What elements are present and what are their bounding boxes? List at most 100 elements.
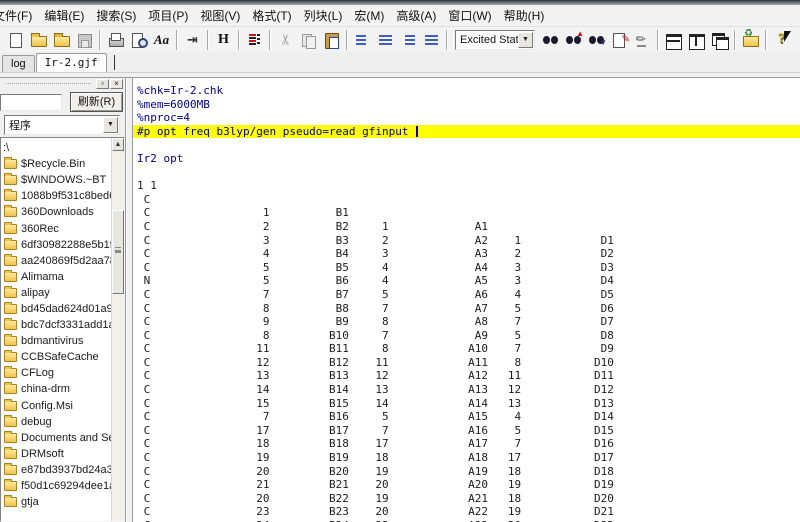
find-in-files-icon[interactable]	[585, 29, 608, 51]
folder-item[interactable]: 1088b9f531c8bed62	[2, 188, 121, 204]
drive-root-item[interactable]: :\	[2, 140, 110, 156]
find-icon[interactable]	[539, 29, 562, 51]
folder-item[interactable]: e87bd3937bd24a3d	[2, 462, 119, 478]
folder-icon	[4, 269, 17, 282]
align-left-icon[interactable]	[351, 29, 374, 51]
editor-area[interactable]: %chk=Ir-2.chk %mem=6000MB %nproc=4 #p op…	[133, 78, 800, 522]
filter-row: 刷新(R)	[0, 90, 125, 114]
panel-splitter[interactable]	[125, 78, 133, 522]
font-icon[interactable]: Aa	[150, 29, 173, 51]
drive-dropdown[interactable]: 程序 ▼	[4, 115, 120, 135]
folder-up-icon[interactable]	[50, 29, 73, 51]
folder-name: DRMsoft	[21, 447, 64, 460]
chevron-down-icon[interactable]: ▼	[103, 117, 118, 133]
menu-item-5[interactable]: 视图(V)	[194, 5, 246, 26]
folder-name: aa240869f5d2aa784	[21, 254, 122, 267]
folder-item[interactable]: china-drm	[2, 381, 110, 397]
align-justify-icon[interactable]	[420, 29, 443, 51]
panel-restore-icon[interactable]: ▫	[96, 79, 109, 89]
refresh-button[interactable]: 刷新(R)	[70, 92, 123, 112]
tab-log[interactable]: log	[2, 55, 35, 72]
menu-item-7[interactable]: 列块(L)	[298, 5, 349, 26]
align-center-icon[interactable]	[374, 29, 397, 51]
folder-item[interactable]: aa240869f5d2aa784	[2, 253, 122, 269]
folder-item[interactable]: Alimama	[2, 269, 110, 285]
sort-icon[interactable]	[243, 29, 266, 51]
panel-close-icon[interactable]: ×	[110, 79, 123, 89]
environment-dropdown[interactable]: Excited State▼	[455, 29, 535, 50]
folder-item[interactable]: $WINDOWS.~BT	[2, 172, 110, 188]
filter-input[interactable]	[0, 93, 62, 111]
editor-line: %mem=6000MB	[137, 97, 210, 111]
menu-item-3[interactable]: 搜索(S)	[90, 5, 142, 26]
zmatrix-line: C 17 B17 7 A16 5 D15	[137, 423, 614, 437]
zmatrix-line: C 12 B12 11 A11 8 D10	[137, 355, 614, 369]
new-file-icon[interactable]	[4, 29, 27, 51]
wrap-convert-icon[interactable]: ⇥	[181, 29, 204, 51]
menu-item-9[interactable]: 高级(A)	[390, 5, 442, 26]
split-vertical-icon[interactable]	[685, 29, 708, 51]
folder-item[interactable]: f50d1c69294dee1a6	[2, 478, 121, 494]
find-next-icon[interactable]	[562, 29, 585, 51]
folder-name: Documents and Sett	[21, 431, 121, 444]
folder-item[interactable]: DRMsoft	[2, 446, 110, 462]
cascade-windows-icon[interactable]	[708, 29, 731, 51]
menu-item-1[interactable]: 文件(F)	[0, 5, 38, 26]
menu-item-10[interactable]: 窗口(W)	[442, 5, 497, 26]
menu-item-2[interactable]: 编辑(E)	[38, 5, 90, 26]
folder-item[interactable]: bdc7dcf3331add1a0	[2, 317, 121, 333]
recycle-icon[interactable]	[739, 28, 762, 51]
folder-item[interactable]: bd45dad624d01a91	[2, 301, 119, 317]
replace-in-files-icon[interactable]	[631, 29, 654, 51]
scrollbar[interactable]: ▲	[111, 138, 124, 521]
folder-item[interactable]: CCBSafeCache	[2, 349, 110, 365]
folder-item[interactable]: alipay	[2, 285, 110, 301]
menu-bar: 文件(F)编辑(E)搜索(S)项目(P)视图(V)格式(T)列块(L)宏(M)高…	[0, 5, 800, 26]
folder-item[interactable]: debug	[2, 414, 110, 430]
hex-edit-icon[interactable]: H	[212, 29, 235, 51]
replace-icon[interactable]	[608, 29, 631, 51]
folder-icon	[4, 495, 17, 508]
folder-name: f50d1c69294dee1a6	[21, 480, 122, 493]
folder-item[interactable]: 360Rec	[2, 220, 110, 236]
folder-item[interactable]: CFLog	[2, 365, 110, 381]
menu-item-8[interactable]: 宏(M)	[348, 5, 390, 26]
open-folder-icon[interactable]	[27, 29, 50, 51]
chevron-down-icon[interactable]: ▼	[518, 31, 533, 48]
folder-item[interactable]: gtja	[2, 494, 110, 510]
folder-item[interactable]: Documents and Sett	[2, 430, 121, 446]
zmatrix-line: C 13 B13 12 A12 11 D11	[137, 369, 614, 383]
copy-icon	[297, 29, 320, 51]
folder-icon	[4, 205, 17, 218]
cut-icon: ✂	[276, 33, 293, 46]
folder-item[interactable]: bdmantivirus	[2, 333, 110, 349]
paste-icon[interactable]	[320, 29, 343, 51]
print-preview-icon[interactable]	[127, 29, 150, 51]
toolbar-separator	[765, 29, 767, 50]
molecule-title-line: Ir2 opt	[137, 151, 184, 165]
zmatrix-line: C 19 B19 18 A18 17 D17	[137, 451, 614, 465]
folder-item[interactable]: $Recycle.Bin	[2, 156, 110, 172]
scroll-up-icon[interactable]: ▲	[112, 138, 124, 151]
zmatrix-line: C 4 B4 3 A3 2 D2	[137, 247, 614, 261]
folder-icon	[4, 189, 17, 202]
context-help-icon[interactable]: ?	[793, 29, 800, 51]
folder-icon	[4, 253, 17, 266]
folder-item[interactable]: 360Downloads	[2, 204, 110, 220]
charge-multiplicity-line: 1 1	[137, 179, 157, 193]
folder-name: 360Rec	[21, 222, 59, 235]
menu-item-4[interactable]: 项目(P)	[142, 5, 194, 26]
folder-icon	[4, 173, 17, 186]
folder-list[interactable]: ▲ :\ $Recycle.Bin $WINDOWS.~BT 1088b9f531c8…	[0, 137, 125, 522]
folder-name: debug	[21, 415, 52, 428]
align-right-icon[interactable]	[397, 29, 420, 51]
menu-item-11[interactable]: 帮助(H)	[498, 5, 551, 26]
scrollbar-thumb[interactable]	[112, 210, 124, 294]
folder-item[interactable]: Config.Msi	[2, 398, 110, 414]
panel-grip[interactable]	[6, 82, 91, 86]
tab-ir-2-gjf[interactable]: Ir-2.gjf	[35, 53, 107, 72]
split-horizontal-icon[interactable]	[662, 29, 685, 51]
folder-item[interactable]: 6df30982288e5b1fb	[2, 237, 119, 253]
menu-item-6[interactable]: 格式(T)	[246, 5, 297, 26]
print-icon[interactable]	[104, 29, 127, 51]
